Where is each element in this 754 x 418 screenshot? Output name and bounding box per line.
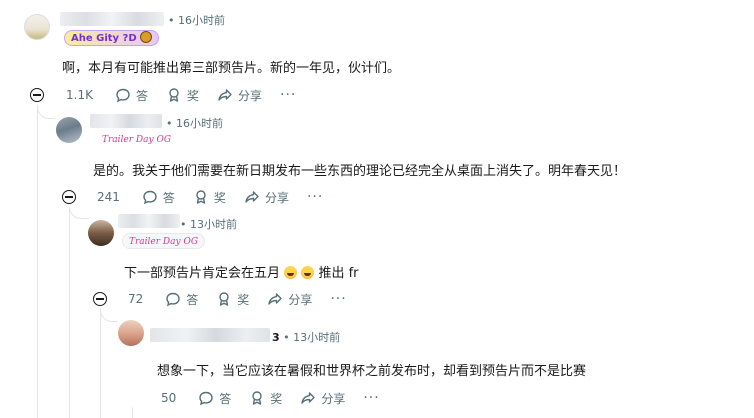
- avatar[interactable]: [56, 117, 82, 143]
- comment-body: 下一部预告片肯定会在五月 推出 fr: [124, 262, 359, 281]
- vote-count: 241: [97, 190, 120, 204]
- meta-separator: •: [168, 14, 175, 27]
- timestamp: 16小时前: [176, 117, 223, 130]
- reply-label: 答: [219, 391, 232, 406]
- share-button[interactable]: 分享: [300, 390, 345, 407]
- thread-connector: [37, 105, 55, 119]
- comment-body: 想象一下，当它应该在暑假和世界杯之前发布时，却看到预告片而不是比赛: [157, 364, 587, 379]
- username[interactable]: [150, 328, 270, 342]
- comment-actions: 72 答 奖 分享 ···: [124, 289, 347, 309]
- comment-bubble-icon: [143, 190, 157, 205]
- award-button[interactable]: 奖: [166, 87, 199, 104]
- crying-emoji-icon: [284, 266, 298, 279]
- comment-actions: 1.1K 答 奖 分享 ···: [62, 85, 296, 105]
- medal-icon: [139, 31, 152, 43]
- meta-separator: •: [166, 117, 173, 130]
- comment-body: 是的。我关于他们需要在新日期发布一些东西的理论已经完全从桌面上消失了。明年春天见…: [93, 164, 627, 179]
- award-button[interactable]: 奖: [193, 189, 226, 206]
- more-options-button[interactable]: ···: [280, 87, 296, 103]
- vote-group: 72: [124, 292, 147, 306]
- comment-text-part: 下一部预告片肯定会在五月: [124, 266, 281, 281]
- reply-button[interactable]: 答: [198, 390, 231, 407]
- username[interactable]: [60, 12, 164, 26]
- avatar[interactable]: [88, 220, 114, 246]
- collapse-thread-button[interactable]: [30, 88, 44, 102]
- comment-bubble-icon: [199, 391, 213, 406]
- user-flair: Trailer Day OG: [122, 233, 206, 249]
- user-flair: Ahe Gity ?D: [64, 30, 159, 46]
- comment-meta: • 13小时前: [180, 216, 237, 232]
- more-options-button[interactable]: ···: [307, 189, 323, 205]
- meta-separator: •: [283, 331, 290, 344]
- share-button[interactable]: 分享: [217, 87, 262, 104]
- share-label: 分享: [321, 391, 346, 406]
- share-icon: [301, 392, 316, 404]
- comment-meta: • 16小时前: [168, 12, 225, 28]
- user-flair: Trailer Day OG: [102, 135, 172, 145]
- comment-actions: 241 答 奖 分享 ···: [93, 187, 323, 207]
- reply-button[interactable]: 答: [142, 189, 175, 206]
- award-icon: [252, 391, 262, 405]
- meta-separator: •: [180, 218, 187, 231]
- share-label: 分享: [288, 292, 313, 307]
- username[interactable]: [118, 214, 180, 228]
- vote-group: 1.1K: [62, 88, 97, 102]
- award-label: 奖: [270, 391, 283, 406]
- collapse-thread-button[interactable]: [62, 190, 76, 204]
- share-button[interactable]: 分享: [267, 291, 312, 308]
- username-suffix: 3: [272, 331, 280, 344]
- timestamp: 13小时前: [190, 218, 237, 231]
- share-icon: [245, 191, 259, 203]
- reply-label: 答: [186, 292, 199, 307]
- vote-count: 1.1K: [66, 88, 93, 102]
- comment-body: 啊，本月有可能推出第三部预告片。新的一年见，伙计们。: [62, 61, 401, 76]
- award-label: 奖: [213, 190, 226, 205]
- comment-meta: 3 • 13小时前: [272, 329, 340, 345]
- share-button[interactable]: 分享: [244, 189, 289, 206]
- award-label: 奖: [186, 88, 199, 103]
- share-icon: [218, 89, 232, 101]
- share-icon: [268, 293, 283, 305]
- share-label: 分享: [237, 88, 262, 103]
- crying-emoji-icon: [301, 266, 315, 279]
- more-options-button[interactable]: ···: [330, 291, 346, 307]
- award-icon: [169, 88, 179, 102]
- vote-count: 72: [128, 292, 144, 306]
- award-icon: [196, 190, 206, 204]
- thread-line: [100, 308, 101, 418]
- reply-label: 答: [135, 88, 148, 103]
- thread-line: [37, 105, 38, 418]
- award-label: 奖: [237, 292, 250, 307]
- comment-actions: 50 答 奖 分享 ···: [157, 388, 380, 408]
- avatar[interactable]: [118, 320, 144, 346]
- comment-meta: • 16小时前: [166, 115, 223, 131]
- thread-line: [69, 207, 70, 418]
- reply-button[interactable]: 答: [165, 291, 198, 308]
- avatar[interactable]: [24, 14, 50, 40]
- vote-group: 241: [93, 190, 124, 204]
- collapse-thread-button[interactable]: [93, 292, 107, 306]
- reply-label: 答: [162, 190, 175, 205]
- timestamp: 13小时前: [293, 331, 341, 344]
- share-label: 分享: [264, 190, 289, 205]
- thread-connector: [100, 308, 118, 322]
- timestamp: 16小时前: [178, 14, 225, 27]
- more-options-button[interactable]: ···: [363, 390, 379, 406]
- award-button[interactable]: 奖: [216, 291, 249, 308]
- award-button[interactable]: 奖: [249, 390, 282, 407]
- thread-line: [132, 407, 133, 418]
- flair-text: Ahe Gity ?D: [71, 33, 137, 44]
- comment-bubble-icon: [166, 292, 180, 307]
- username[interactable]: [90, 114, 162, 128]
- vote-count: 50: [161, 391, 177, 405]
- comment-bubble-icon: [116, 88, 130, 103]
- thread-connector: [69, 207, 89, 219]
- reply-button[interactable]: 答: [115, 87, 148, 104]
- vote-group: 50: [157, 391, 180, 405]
- award-icon: [219, 292, 229, 306]
- comment-text-part: 推出 fr: [318, 266, 359, 281]
